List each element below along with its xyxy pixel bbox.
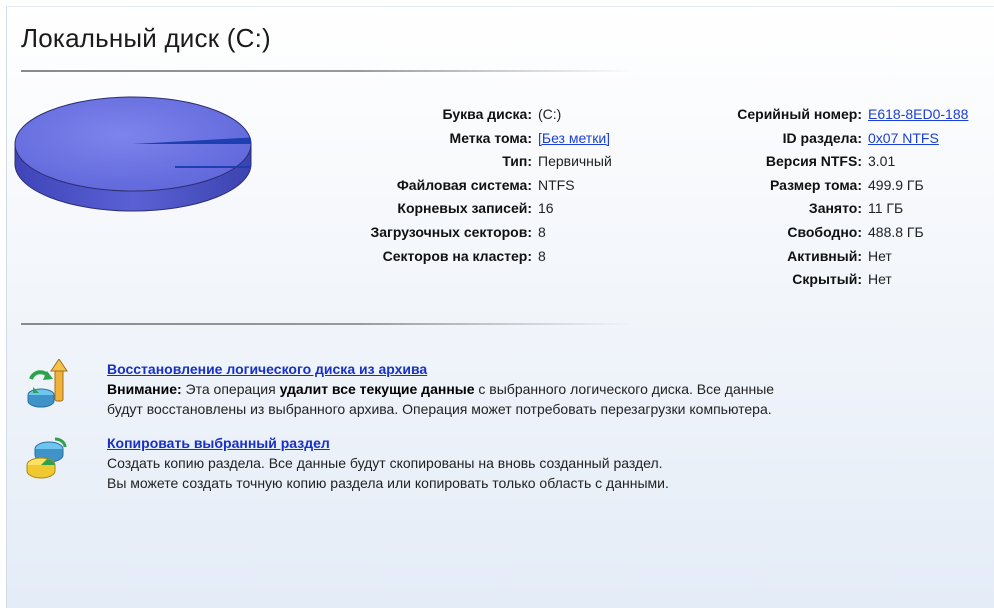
restore-partition-link[interactable]: Восстановление логического диска из архи… (107, 359, 427, 379)
info-value: Первичный (538, 153, 612, 170)
info-label: Буква диска: (442, 106, 532, 122)
info-label: ID раздела: (782, 129, 862, 146)
info-label: Скрытый: (792, 271, 862, 288)
disk-info-right: Серийный номер: E618-8ED0-188 ID раздела… (667, 103, 994, 292)
info-row-free: Свободно: 488.8 ГБ (667, 221, 994, 245)
info-row-partition-id: ID раздела: 0x07 NTFS (667, 127, 994, 151)
info-label: Корневых записей: (397, 200, 532, 217)
copy-description-line1: Создать копию раздела. Все данные будут … (107, 455, 663, 471)
info-value: Нет (868, 247, 892, 264)
info-value: 16 (538, 200, 554, 217)
copy-description-line2: Вы можете создать точную копию раздела и… (107, 475, 669, 491)
info-row-root-entries: Корневых записей: 16 (287, 197, 668, 221)
info-row-boot-sectors: Загрузочных секторов: 8 (287, 221, 668, 245)
disk-info-left: Буква диска: (C:) Метка тома: [Без метки… (287, 103, 668, 268)
info-label: Загрузочных секторов: (370, 223, 532, 240)
info-row-type: Тип: Первичный (287, 150, 668, 174)
disk-usage-pie-icon (14, 96, 252, 212)
info-row-hidden: Скрытый: Нет (667, 268, 994, 292)
info-label: Серийный номер: (737, 106, 862, 122)
info-row-filesystem: Файловая система: NTFS (287, 174, 668, 198)
volume-label-link[interactable]: [Без метки] (538, 130, 610, 146)
info-value: 499.9 ГБ (868, 176, 924, 193)
info-label: Тип: (502, 153, 532, 170)
info-row-ntfs-version: Версия NTFS: 3.01 (667, 150, 994, 174)
copy-partition-icon[interactable] (25, 433, 69, 485)
info-label: Версия NTFS: (765, 153, 862, 170)
info-value: 488.8 ГБ (868, 223, 924, 240)
info-label: Секторов на кластер: (382, 247, 532, 264)
info-row-serial: Серийный номер: E618-8ED0-188 (667, 103, 994, 127)
info-value: 3.01 (868, 153, 896, 170)
info-label: Метка тома: (449, 129, 532, 146)
info-label: Размер тома: (770, 176, 862, 193)
info-row-volume-label: Метка тома: [Без метки] (287, 127, 668, 151)
restore-description-line1: Внимание: Эта операция удалит все текущи… (107, 381, 775, 397)
info-label: Свободно: (787, 223, 862, 240)
info-label: Активный: (787, 247, 862, 264)
disk-properties-panel: Локальный диск (C:) Буква диска: (C:) Ме… (6, 6, 994, 608)
info-value: 8 (538, 247, 546, 264)
info-value: 8 (538, 223, 546, 240)
restore-description-line2: будут восстановлены из выбранного архива… (107, 401, 772, 417)
info-row-volume-size: Размер тома: 499.9 ГБ (667, 174, 994, 198)
partition-id-link[interactable]: 0x07 NTFS (868, 130, 939, 146)
info-row-sectors-per-cluster: Секторов на кластер: 8 (287, 245, 668, 269)
serial-number-link[interactable]: E618-8ED0-188 (868, 106, 968, 122)
info-label: Файловая система: (396, 176, 532, 193)
restore-archive-icon[interactable] (25, 359, 69, 411)
info-value: (C:) (538, 106, 562, 122)
info-row-active: Активный: Нет (667, 245, 994, 269)
info-value: 11 ГБ (868, 200, 904, 217)
page-title: Локальный диск (C:) (21, 23, 271, 53)
info-value: Нет (868, 271, 892, 288)
info-label: Занято: (808, 200, 862, 217)
divider (21, 70, 633, 72)
info-row-drive-letter: Буква диска: (C:) (287, 103, 668, 127)
divider (21, 323, 633, 325)
copy-partition-link[interactable]: Копировать выбранный раздел (107, 433, 330, 453)
info-value: NTFS (538, 176, 575, 193)
info-row-used: Занято: 11 ГБ (667, 197, 994, 221)
